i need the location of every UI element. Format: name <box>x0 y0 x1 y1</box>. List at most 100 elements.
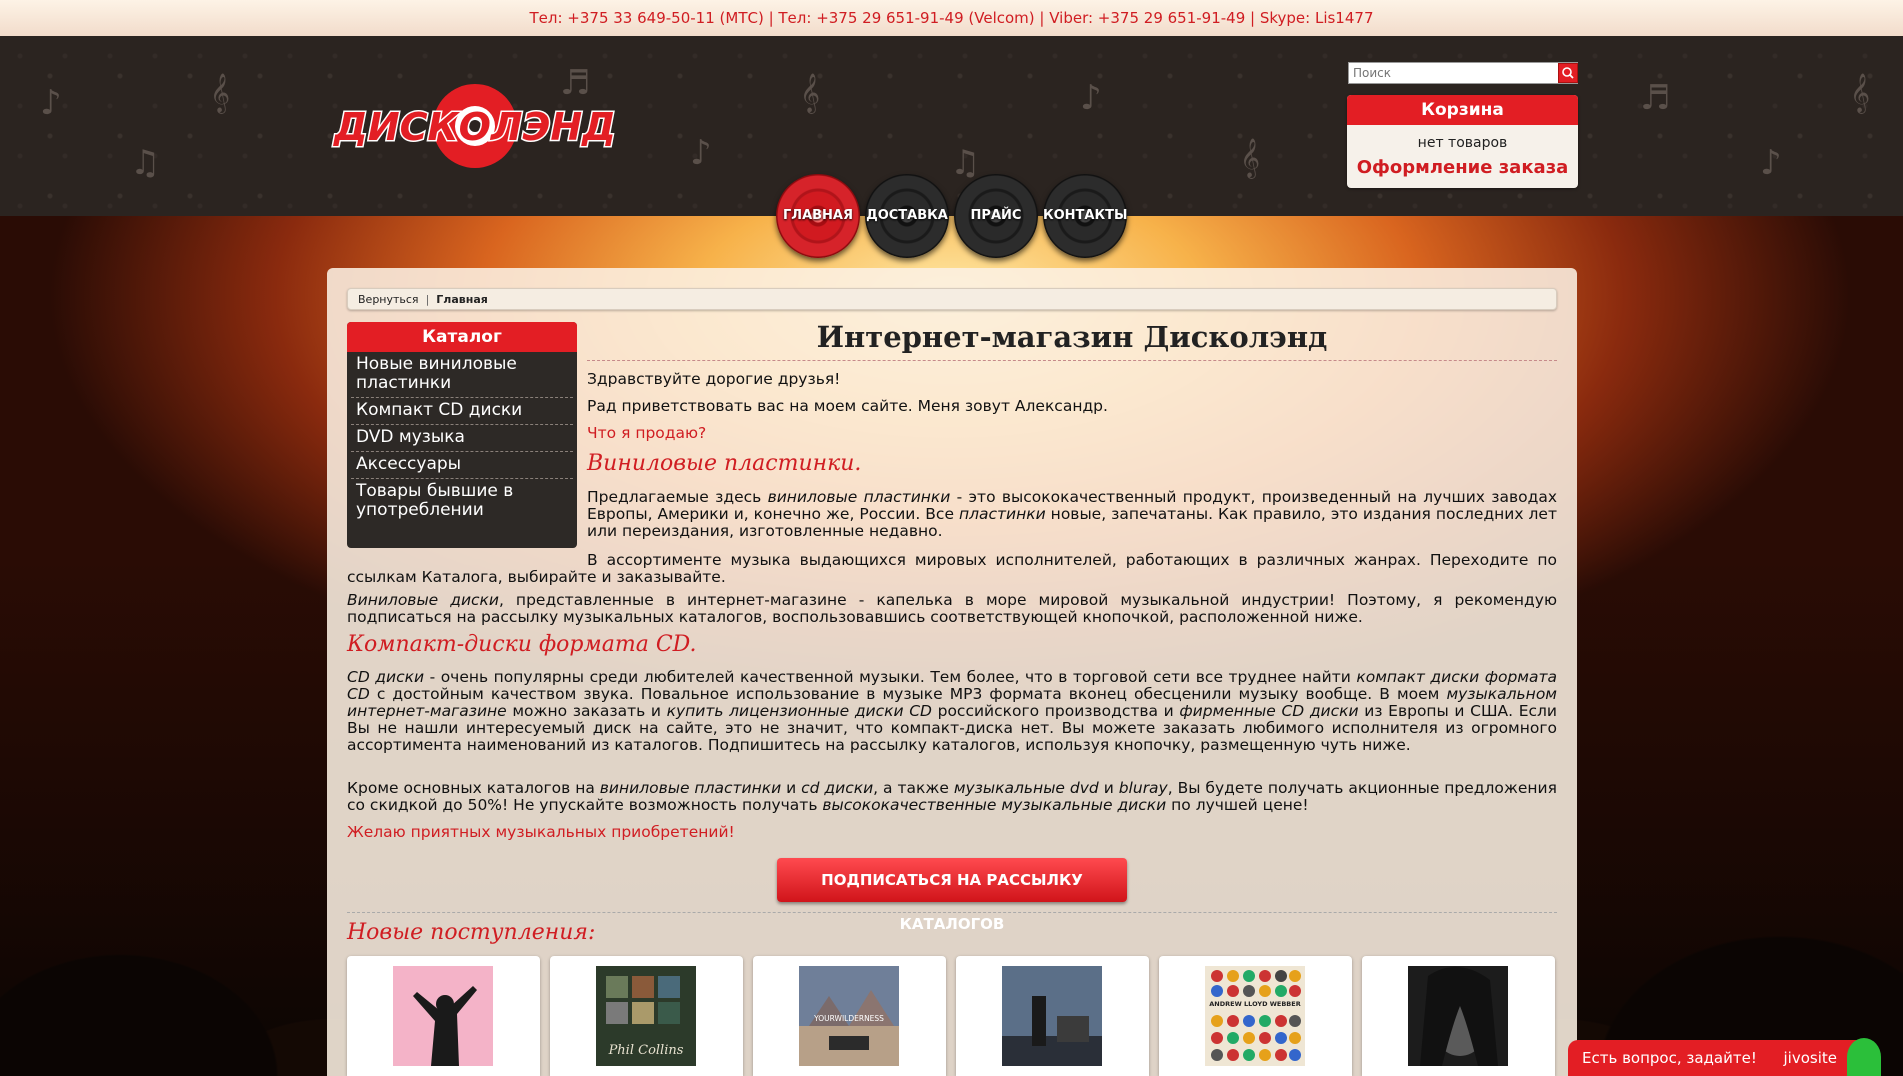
chat-widget[interactable]: Есть вопрос, задайте! jivosite <box>1568 1038 1881 1076</box>
contact-bar: Тел: +375 33 649-50-11 (МТС) | Тел: +375… <box>0 0 1903 37</box>
new-products-row: Phil Collins YOURWILDERNESS ANDREW LLOYD… <box>347 956 1557 1076</box>
section-divider <box>347 912 1557 913</box>
product-card[interactable]: Phil Collins <box>550 956 743 1076</box>
search-icon <box>1562 67 1574 79</box>
vinyl-heading: Виниловые пластинки. <box>587 451 862 476</box>
text-run: купить лицензионные диски CD <box>666 702 932 720</box>
treble-clef-icon: 𝄞 <box>1850 73 1871 113</box>
album-cover[interactable] <box>1002 966 1102 1066</box>
logo-text: ДИСКОЛЭНД <box>333 105 616 149</box>
album-cover[interactable]: Phil Collins <box>596 966 696 1066</box>
product-card[interactable] <box>956 956 1149 1076</box>
text-run: пластинки <box>958 505 1046 523</box>
text-run: CD диски <box>347 668 425 686</box>
breadcrumb: Вернуться | Главная <box>347 288 1557 310</box>
music-note-icon: ♬ <box>1640 78 1671 118</box>
logo[interactable]: ДИСКОЛЭНД <box>325 80 625 172</box>
breadcrumb-separator: | <box>425 293 430 306</box>
catalog-item-used[interactable]: Товары бывшие в употреблении <box>351 479 573 524</box>
album-cover[interactable]: ANDREW LLOYD WEBBER <box>1205 966 1305 1066</box>
album-cover[interactable]: YOURWILDERNESS <box>799 966 899 1066</box>
treble-clef-icon: 𝄞 <box>800 73 821 113</box>
text-run: Кроме основных каталогов на <box>347 779 600 797</box>
search-button[interactable] <box>1558 63 1578 83</box>
catalog-item-cd[interactable]: Компакт CD диски <box>351 398 573 425</box>
nav-label: ДОСТАВКА <box>866 208 948 223</box>
main-panel: Вернуться | Главная Каталог Новые виниловы… <box>327 268 1577 1076</box>
header: ♪ ♫ 𝄞 ♬ ♪ 𝄞 ♫ ♪ 𝄞 ♬ ♪ 𝄞 <box>0 36 1903 216</box>
text-run: виниловые пластинки <box>767 488 951 506</box>
page-title: Интернет-магазин Дисколэнд <box>587 320 1557 361</box>
catalog-title: Каталог <box>347 322 577 352</box>
music-note-icon: ♫ <box>950 143 981 183</box>
cd-paragraph-2: Кроме основных каталогов на виниловые пл… <box>347 780 1557 814</box>
text-run: , а также <box>873 779 954 797</box>
nav-label: ПРАЙС <box>970 208 1022 223</box>
text-run: Виниловые диски <box>347 591 499 609</box>
album-text: YOURWILDERNESS <box>813 1014 884 1023</box>
search-input[interactable] <box>1348 62 1578 84</box>
nav-label: КОНТАКТЫ <box>1043 208 1128 223</box>
text-run: и <box>1098 779 1119 797</box>
text-run: с достойным качеством звука. Повальное и… <box>369 685 1447 703</box>
music-note-icon: ♪ <box>40 83 62 123</box>
text-run: высококачественные музыкальные диски <box>822 796 1167 814</box>
music-note-icon: ♪ <box>1080 78 1102 118</box>
text-run: музыкальные dvd <box>953 779 1099 797</box>
cd-heading: Компакт-диски формата CD. <box>347 632 697 657</box>
treble-clef-icon: 𝄞 <box>1240 138 1261 178</box>
breadcrumb-back-link[interactable]: Вернуться <box>358 293 419 306</box>
text-run: - очень популярны среди любителей качест… <box>424 668 1357 686</box>
vinyl-paragraph-1: Предлагаемые здесь виниловые пластинки -… <box>587 489 1557 540</box>
nav-label: ГЛАВНАЯ <box>782 208 853 223</box>
catalog-item-accessories[interactable]: Аксессуары <box>351 452 573 479</box>
wish-text: Желаю приятных музыкальных приобретений! <box>347 823 735 841</box>
checkout-link[interactable]: Оформление заказа <box>1347 157 1578 178</box>
text-run: , представленные в интернет-магазине - к… <box>347 591 1557 626</box>
vinyl-paragraph-3: Виниловые диски, представленные в интерн… <box>347 592 1557 626</box>
album-text: ANDREW LLOYD WEBBER <box>1209 1000 1300 1008</box>
music-note-icon: ♪ <box>1760 143 1782 183</box>
treble-clef-icon: 𝄞 <box>210 73 231 113</box>
cart-status: нет товаров <box>1417 135 1508 151</box>
chat-brand: jivosite <box>1783 1049 1837 1067</box>
text-run: можно заказать и <box>506 702 667 720</box>
music-note-icon: ♪ <box>690 133 712 173</box>
product-card[interactable]: YOURWILDERNESS <box>753 956 946 1076</box>
text-run: виниловые пластинки <box>599 779 782 797</box>
text-run: фирменные CD диски <box>1179 702 1359 720</box>
product-card[interactable]: ANDREW LLOYD WEBBER <box>1159 956 1352 1076</box>
cart-title[interactable]: Корзина <box>1347 95 1578 125</box>
product-card[interactable] <box>347 956 540 1076</box>
nav-delivery[interactable]: ДОСТАВКА <box>865 174 949 258</box>
album-cover[interactable] <box>393 966 493 1066</box>
text-run: cd диски <box>801 779 874 797</box>
product-card[interactable] <box>1362 956 1555 1076</box>
album-cover[interactable] <box>1408 966 1508 1066</box>
album-text: Phil Collins <box>608 1043 684 1058</box>
subscribe-button[interactable]: ПОДПИСАТЬСЯ НА РАССЫЛКУ КАТАЛОГОВ <box>777 858 1127 933</box>
music-note-icon: ♫ <box>130 143 161 183</box>
text-run: российского производства и <box>931 702 1180 720</box>
catalog-item-dvd[interactable]: DVD музыка <box>351 425 573 452</box>
nav-home[interactable]: ГЛАВНАЯ <box>776 174 860 258</box>
cart-widget: Корзина нет товаров Оформление заказа <box>1347 95 1578 188</box>
text-run: по лучшей цене! <box>1166 796 1309 814</box>
catalog-menu: Каталог Новые виниловые пластинки Компак… <box>347 322 577 548</box>
contact-text: Тел: +375 33 649-50-11 (МТС) | Тел: +375… <box>529 9 1374 27</box>
nav-price[interactable]: ПРАЙС <box>954 174 1038 258</box>
catalog-item-vinyl[interactable]: Новые виниловые пластинки <box>351 352 573 398</box>
intro-text: Рад приветствовать вас на моем сайте. Ме… <box>587 397 1108 415</box>
new-arrivals-heading: Новые поступления: <box>347 920 596 945</box>
nav-contacts[interactable]: КОНТАКТЫ <box>1043 174 1127 258</box>
chat-prompt: Есть вопрос, задайте! <box>1582 1049 1757 1067</box>
cd-paragraph-1: CD диски - очень популярны среди любител… <box>347 669 1557 754</box>
chat-status-icon <box>1847 1038 1881 1076</box>
what-sell-text: Что я продаю? <box>587 424 707 442</box>
text-run: и <box>781 779 802 797</box>
text-run: bluray <box>1118 779 1168 797</box>
breadcrumb-current: Главная <box>436 293 488 306</box>
vinyl-paragraph-2: В ассортименте музыка выдающихся мировых… <box>347 551 1557 586</box>
text-run: Предлагаемые здесь <box>587 488 768 506</box>
greeting-text: Здравствуйте дорогие друзья! <box>587 370 841 388</box>
